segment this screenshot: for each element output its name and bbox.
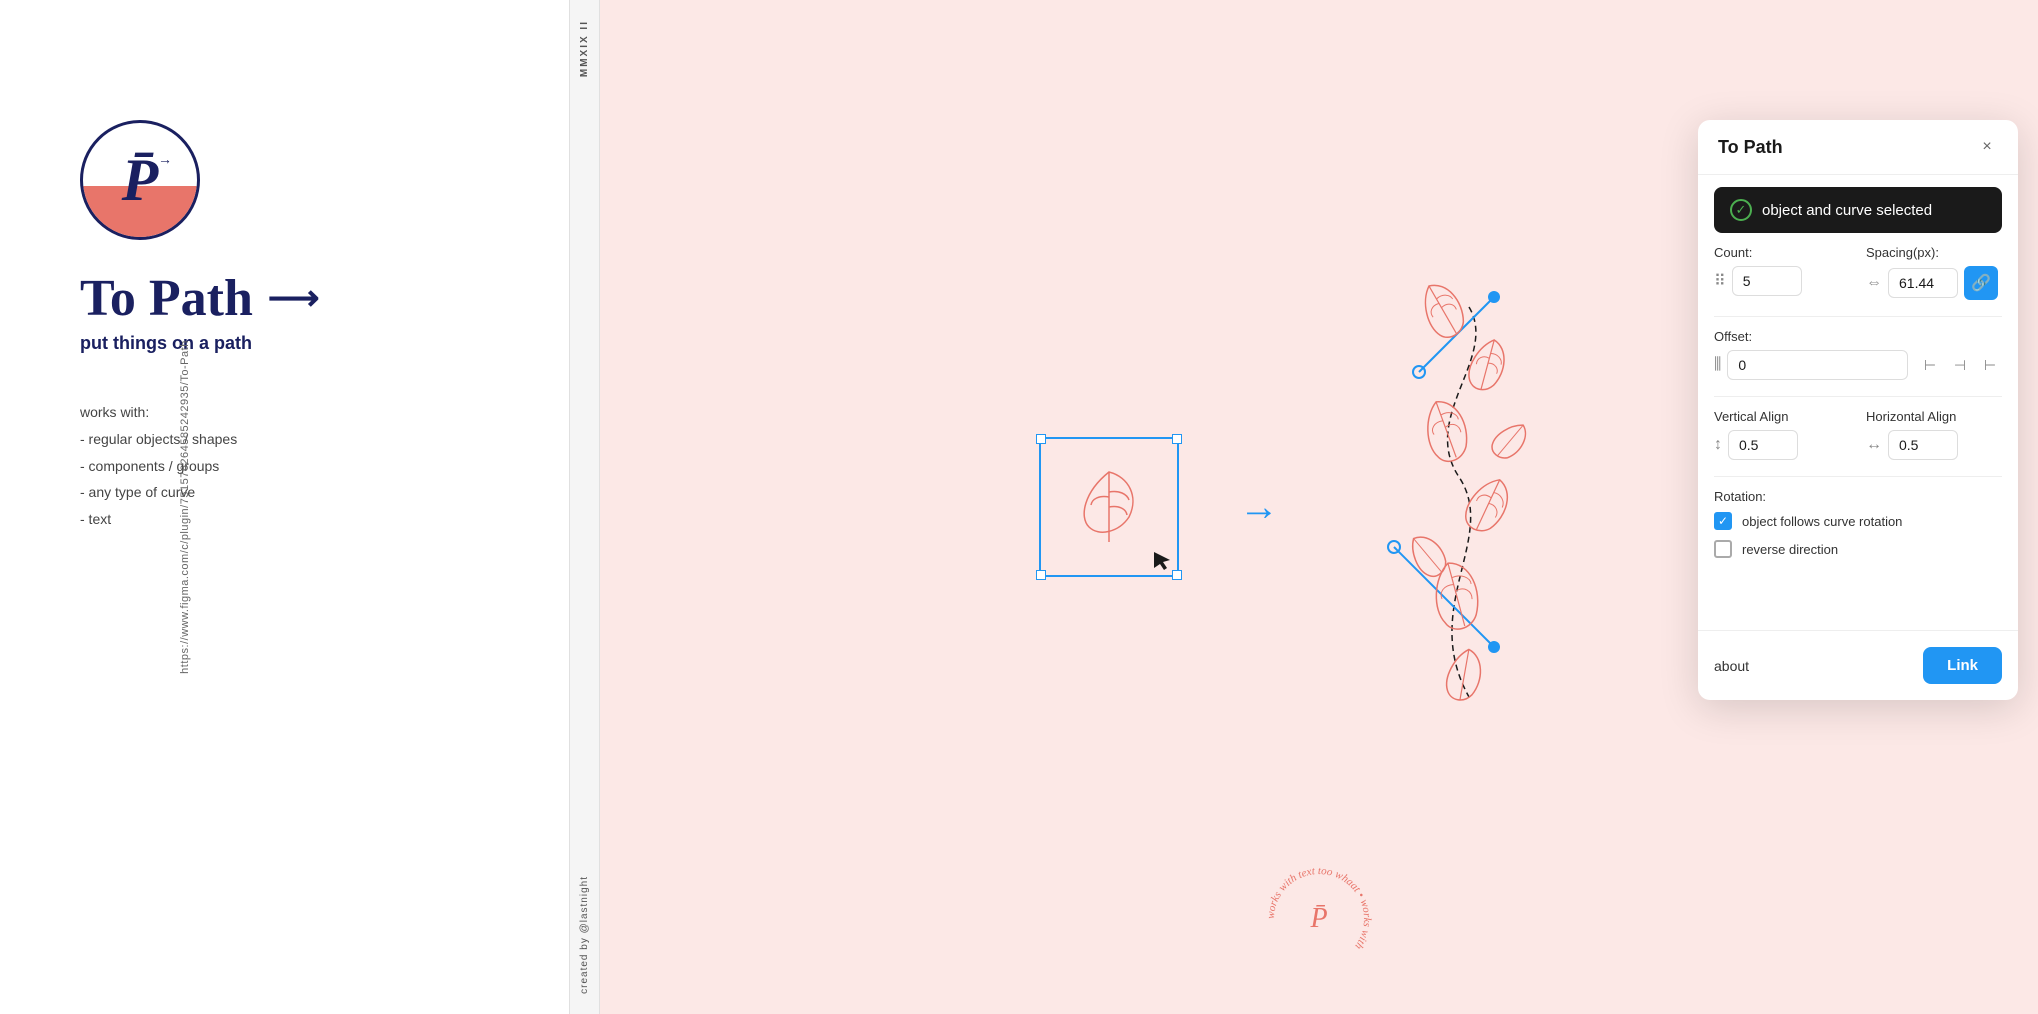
left-panel: https://www.figma.com/c/plugin/751576264… [0, 0, 570, 1014]
align-left-icon[interactable]: ⊢ [1918, 353, 1942, 377]
vertical-align-icon: ↕ [1714, 436, 1722, 454]
status-text: object and curve selected [1762, 202, 1932, 219]
subtitle: put things on a path [80, 333, 519, 354]
list-item: - any type of curve [80, 479, 519, 506]
main-title: To Path ⟶ [80, 270, 519, 327]
horizontal-align-icon: ↔ [1866, 436, 1882, 454]
close-icon: × [1982, 138, 1991, 156]
horizontal-align-group: Horizontal Align ↔ [1866, 409, 2002, 460]
title-arrow-icon: ⟶ [268, 279, 320, 319]
horizontal-align-input-row: ↔ [1866, 430, 2002, 460]
logo-circle: → P̄ [80, 120, 200, 240]
vertical-align-label: Vertical Align [1714, 409, 1850, 424]
rotation-section: Rotation: ✓ object follows curve rotatio… [1714, 489, 2002, 558]
horizontal-align-input[interactable] [1888, 430, 1958, 460]
works-with-list: - regular objects / shapes - components … [80, 426, 519, 532]
list-item: - regular objects / shapes [80, 426, 519, 453]
offset-input-row: ⫼ [1714, 350, 1908, 380]
link-toggle-button[interactable]: 🔗 [1964, 266, 1998, 300]
about-link[interactable]: about [1714, 658, 1749, 674]
object-follows-checkbox[interactable]: ✓ [1714, 512, 1732, 530]
align-row: Vertical Align ↕ Horizontal Align ↔ [1714, 409, 2002, 460]
logo-arrow: → [158, 151, 172, 167]
plugin-footer: about Link [1698, 630, 2018, 700]
canvas-area: → [600, 0, 2038, 1014]
align-icons: ⊢ ⊣ ⊢ [1918, 353, 2002, 377]
spacing-field-group: Spacing(px): ⇔ 🔗 [1866, 245, 2002, 300]
count-field-group: Count: ⠿ [1714, 245, 1850, 300]
list-item: - text [80, 506, 519, 533]
status-bar: ✓ object and curve selected [1714, 187, 2002, 233]
close-button[interactable]: × [1976, 136, 1998, 158]
corner-handle-br [1172, 570, 1182, 580]
spacing-input-row: ⇔ 🔗 [1866, 266, 2002, 300]
spacing-label: Spacing(px): [1866, 245, 2002, 260]
object-follows-label: object follows curve rotation [1742, 514, 1902, 529]
rotation-label: Rotation: [1714, 489, 2002, 504]
reverse-direction-row[interactable]: reverse direction [1714, 540, 2002, 558]
link-icon: 🔗 [1971, 273, 1991, 293]
bottom-logo: works with text too whaat • works with P… [1259, 859, 1379, 984]
align-right-icon[interactable]: ⊢ [1978, 353, 2002, 377]
corner-handle-tl [1036, 434, 1046, 444]
link-button[interactable]: Link [1923, 647, 2002, 684]
canvas-content: → [1039, 277, 1599, 737]
main-container: https://www.figma.com/c/plugin/751576264… [0, 0, 2038, 1014]
divider-1 [1714, 316, 2002, 317]
vertical-align-group: Vertical Align ↕ [1714, 409, 1850, 460]
object-follows-row[interactable]: ✓ object follows curve rotation [1714, 512, 2002, 530]
spacing-input[interactable] [1888, 268, 1958, 298]
offset-section: Offset: ⫼ ⊢ ⊣ ⊢ [1714, 329, 2002, 380]
count-spacing-row: Count: ⠿ Spacing(px): ⇔ 🔗 [1714, 245, 2002, 300]
align-center-icon[interactable]: ⊣ [1948, 353, 1972, 377]
vertical-align-input[interactable] [1728, 430, 1798, 460]
corner-handle-bl [1036, 570, 1046, 580]
spacing-icon: ⇔ [1866, 274, 1882, 292]
title-section: To Path ⟶ put things on a path [80, 270, 519, 354]
reverse-direction-label: reverse direction [1742, 542, 1838, 557]
leaf-object-svg [1069, 462, 1149, 552]
corner-handle-tr [1172, 434, 1182, 444]
status-check-icon: ✓ [1730, 199, 1752, 221]
divider-3 [1714, 476, 2002, 477]
offset-icon: ⫼ [1714, 356, 1721, 374]
works-with-title: works with: [80, 404, 519, 420]
reverse-direction-checkbox[interactable] [1714, 540, 1732, 558]
works-with-section: works with: - regular objects / shapes -… [80, 404, 519, 532]
divider-top-text: MMXIX II [579, 20, 590, 77]
cursor-icon [1154, 552, 1172, 570]
main-title-text: To Path [80, 270, 253, 327]
curve-leaves-svg [1339, 277, 1599, 737]
watermark-svg: works with text too whaat • works with P… [1259, 859, 1379, 979]
divider-panel: MMXIX II created by @lastnight [570, 0, 600, 1014]
offset-input[interactable] [1727, 350, 1908, 380]
list-item: - components / groups [80, 453, 519, 480]
divider-2 [1714, 396, 2002, 397]
plugin-header: To Path × [1698, 120, 2018, 175]
offset-label: Offset: [1714, 329, 2002, 344]
logo-letter: P̄ [122, 146, 159, 215]
sidebar-url: https://www.figma.com/c/plugin/751576264… [179, 340, 191, 674]
divider-bottom-text: created by @lastnight [579, 876, 590, 994]
offset-row: ⫼ ⊢ ⊣ ⊢ [1714, 350, 2002, 380]
count-icon: ⠿ [1714, 271, 1726, 291]
plugin-title: To Path [1718, 137, 1783, 158]
canvas-arrow: → [1239, 485, 1279, 530]
svg-text:P̄: P̄ [1309, 903, 1327, 934]
plugin-body: Count: ⠿ Spacing(px): ⇔ 🔗 [1698, 245, 2018, 630]
count-input-row: ⠿ [1714, 266, 1850, 296]
plugin-panel: To Path × ✓ object and curve selected Co… [1698, 120, 2018, 700]
horizontal-align-label: Horizontal Align [1866, 409, 2002, 424]
object-box [1039, 437, 1179, 577]
vertical-align-input-row: ↕ [1714, 430, 1850, 460]
count-input[interactable] [1732, 266, 1802, 296]
count-label: Count: [1714, 245, 1850, 260]
